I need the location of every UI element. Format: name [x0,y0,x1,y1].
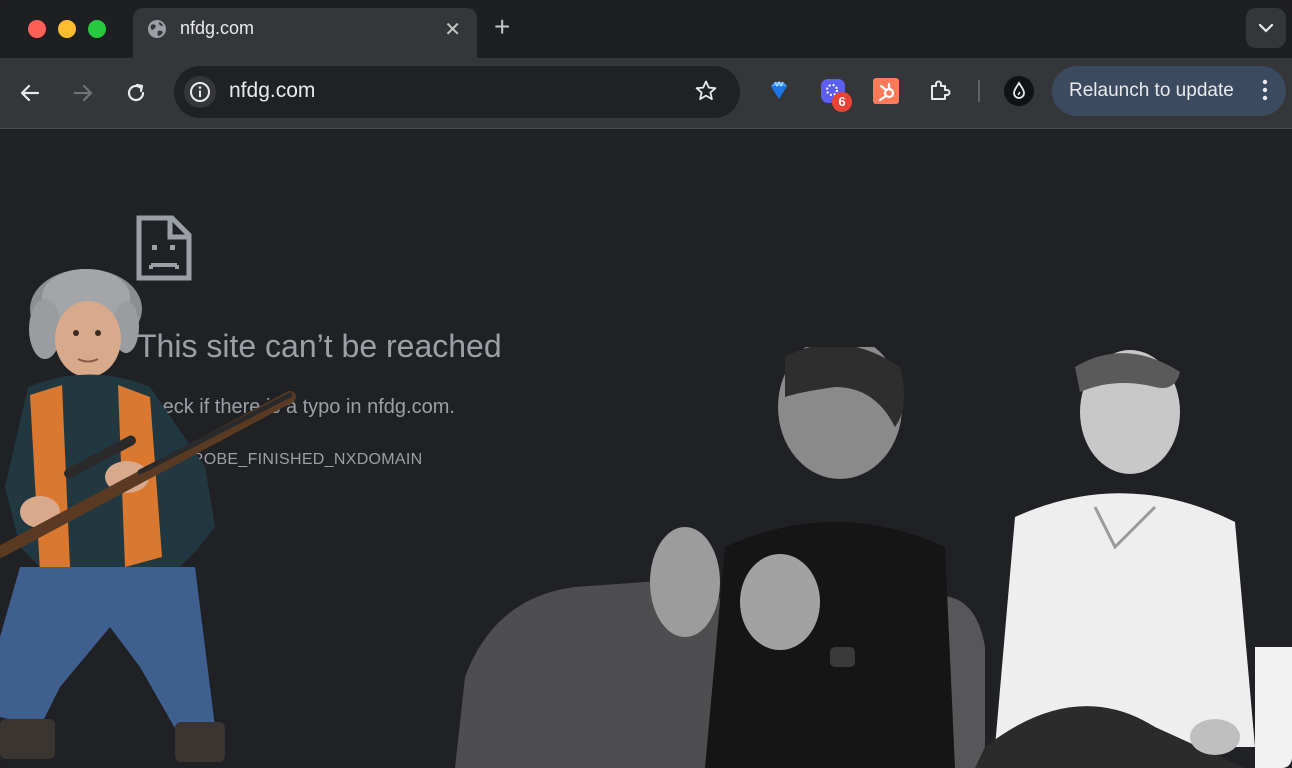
error-domain: nfdg.com [367,396,450,418]
forward-icon[interactable] [70,80,96,106]
extension-badge: 6 [832,92,852,112]
info-icon [190,82,210,102]
url-text[interactable]: nfdg.com [229,79,315,103]
bookmark-star-icon[interactable] [694,79,718,103]
toolbar: nfdg.com 6 Relaunch to update [0,58,1292,129]
puzzle-extensions-icon[interactable] [926,77,954,105]
chevron-down-icon [1258,23,1274,33]
more-vert-icon[interactable] [1262,78,1268,102]
browser-window: nfdg.com ✕ + nfdg.com 6 Relaunch to upda… [0,0,1292,768]
hubspot-extension-icon[interactable] [872,77,900,105]
tab-strip: nfdg.com ✕ + [0,0,1292,58]
new-tab-button[interactable]: + [494,12,510,42]
back-icon[interactable] [17,80,43,106]
relaunch-to-update-button[interactable]: Relaunch to update [1052,66,1286,116]
minimize-window-button[interactable] [58,20,76,38]
page-content: This site can’t be reached Check if ther… [0,129,1292,768]
fullscreen-window-button[interactable] [88,20,106,38]
close-window-button[interactable] [28,20,46,38]
interview-photo-image [455,347,1292,768]
reload-icon[interactable] [123,80,149,106]
hunter-figure-image [0,269,296,762]
relaunch-label: Relaunch to update [1069,80,1234,101]
close-tab-icon[interactable]: ✕ [444,17,461,42]
globe-icon [148,20,166,38]
tab-title: nfdg.com [180,18,255,38]
profile-avatar-icon[interactable] [1003,75,1035,107]
diamond-extension-icon[interactable] [765,77,793,105]
tab-search-button[interactable] [1246,8,1286,48]
toolbar-divider [978,80,980,102]
address-bar[interactable]: nfdg.com [174,66,740,118]
site-info-button[interactable] [184,76,216,108]
tab-active[interactable]: nfdg.com ✕ [133,8,477,58]
